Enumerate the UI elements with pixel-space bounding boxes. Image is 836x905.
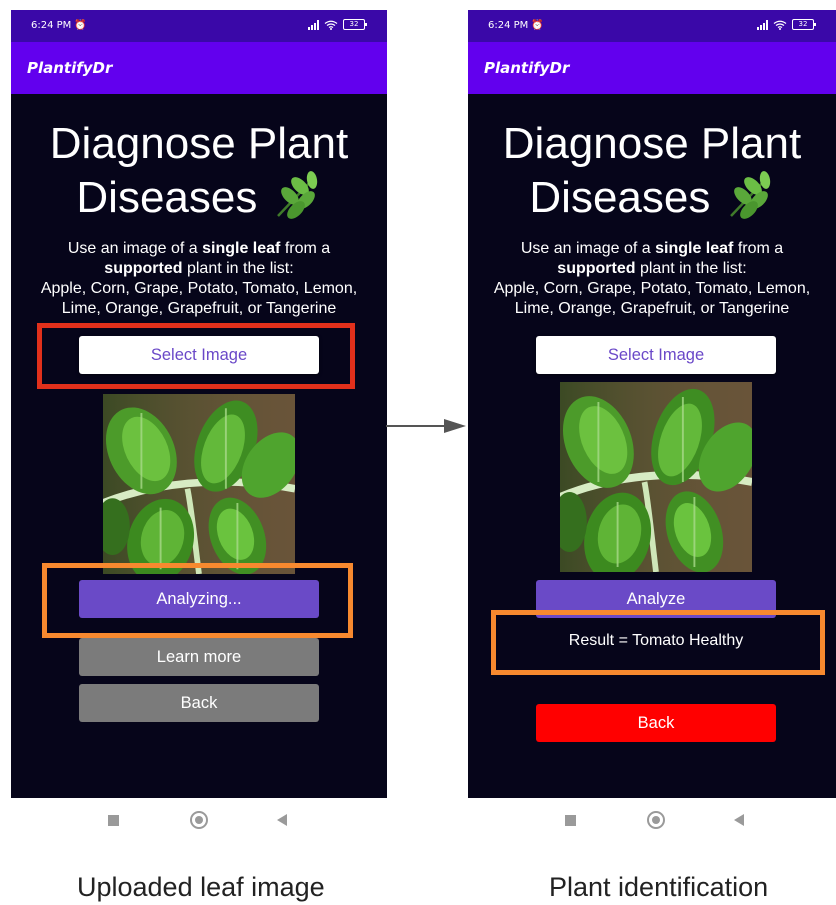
status-bar: 6:24 PM ⏰ 32 [468,10,836,42]
highlight-analyzing [42,563,353,638]
back-button[interactable]: Back [79,684,319,722]
page-title: Diagnose Plant Diseases [502,119,802,222]
select-image-button[interactable]: Select Image [536,336,776,374]
instructions-text: Use an image of a single leaf from a sup… [493,240,811,317]
highlight-select-image [37,323,355,389]
caption-right: Plant identification [549,872,769,902]
phone-screen-left: 6:24 PM ⏰ 32 PlantifyDr Diagnose Plant Di… [11,10,387,798]
alarm-icon: ⏰ [74,20,87,31]
app-bar: PlantifyDr [468,42,836,94]
back-nav-icon[interactable] [734,814,744,826]
highlight-result [491,610,825,675]
page-title: Diagnose Plant Diseases [49,119,349,222]
battery-icon: 32 [792,19,816,30]
back-button[interactable]: Back [536,704,776,742]
status-bar: 6:24 PM ⏰ 32 [11,10,387,42]
herb-icon [276,170,320,222]
caption-left: Uploaded leaf image [77,872,325,902]
app-bar: PlantifyDr [11,42,387,94]
nav-bar-left [11,798,387,843]
status-time: 6:24 PM [488,20,529,31]
signal-icon [757,19,768,30]
recent-apps-icon[interactable] [108,815,119,826]
phone-screen-right: 6:24 PM ⏰ 32 PlantifyDr Diagnose Plant Di… [468,10,836,798]
home-icon[interactable] [647,811,665,829]
wifi-icon [324,20,338,30]
back-nav-icon[interactable] [277,814,287,826]
wifi-icon [773,20,787,30]
battery-icon: 32 [343,19,367,30]
recent-apps-icon[interactable] [565,815,576,826]
nav-bar-right [468,798,836,843]
leaf-image [560,382,752,572]
alarm-icon: ⏰ [531,20,544,31]
app-title: PlantifyDr [484,59,570,77]
home-icon[interactable] [190,811,208,829]
herb-icon [729,170,773,222]
app-title: PlantifyDr [27,59,113,77]
instructions-text: Use an image of a single leaf from a sup… [40,240,358,317]
status-time: 6:24 PM [31,20,72,31]
signal-icon [308,19,319,30]
learn-more-button[interactable]: Learn more [79,638,319,676]
flow-arrow-icon [386,419,466,433]
leaf-image [103,394,295,574]
